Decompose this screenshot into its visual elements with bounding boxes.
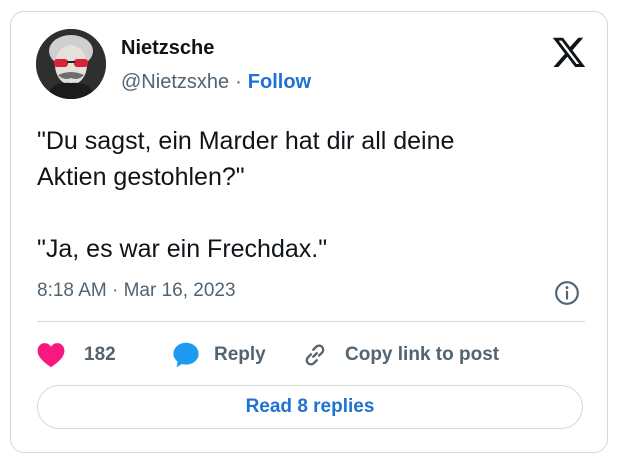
- read-replies-label: Read 8 replies: [245, 396, 375, 417]
- tweet-line: Aktien gestohlen?": [37, 163, 245, 191]
- heart-icon: [37, 343, 65, 368]
- like-count: 182: [84, 344, 116, 365]
- copy-link-label: Copy link to post: [345, 344, 500, 365]
- action-bar: 182 Reply Copy link to post: [37, 340, 585, 370]
- handle-row: @Nietzsxhe · Follow: [121, 71, 311, 94]
- author-handle[interactable]: @Nietzsxhe: [121, 71, 229, 93]
- avatar[interactable]: [36, 29, 106, 99]
- tweet-line: "Ja, es war ein Frechdax.": [37, 235, 328, 263]
- link-icon: [305, 344, 325, 366]
- follow-button[interactable]: Follow: [248, 71, 311, 93]
- x-logo-icon[interactable]: [551, 34, 587, 70]
- speech-bubble-icon: [173, 342, 199, 368]
- read-replies-button[interactable]: Read 8 replies: [37, 385, 583, 429]
- avatar-portrait-icon: [36, 29, 106, 99]
- tweet-timestamp[interactable]: 8:18 AM · Mar 16, 2023: [37, 280, 236, 302]
- author-name[interactable]: Nietzsche: [121, 37, 214, 60]
- tweet-card: Nietzsche @Nietzsxhe · Follow "Du sagst, e…: [10, 11, 608, 453]
- copy-link-button[interactable]: Copy link to post: [301, 340, 499, 370]
- divider: [37, 321, 585, 322]
- tweet-line: "Du sagst, ein Marder hat dir all deine: [37, 127, 455, 155]
- reply-button[interactable]: Reply: [172, 340, 266, 370]
- handle-separator: ·: [235, 71, 242, 93]
- reply-label: Reply: [214, 344, 266, 365]
- tweet-text: "Du sagst, ein Marder hat dir all deine …: [37, 123, 587, 267]
- info-icon[interactable]: [554, 280, 580, 306]
- like-button[interactable]: 182: [37, 340, 116, 370]
